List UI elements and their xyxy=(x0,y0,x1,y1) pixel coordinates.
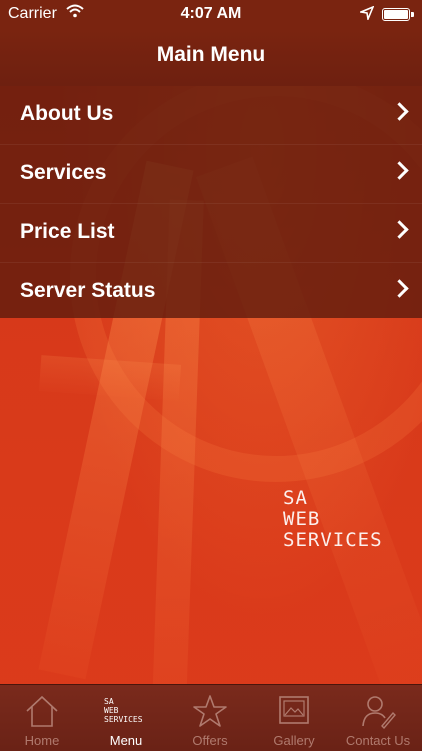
star-icon xyxy=(193,695,227,727)
navigation-bar: Main Menu xyxy=(0,30,422,86)
logo-line: SA xyxy=(283,487,308,509)
chevron-right-icon xyxy=(390,279,409,298)
tab-contact-us[interactable]: Contact Us xyxy=(336,685,420,751)
menu-item-services[interactable]: Services xyxy=(0,144,422,203)
logo-line: SA xyxy=(104,697,114,706)
tab-label: Offers xyxy=(192,733,228,748)
battery-icon xyxy=(382,8,414,21)
sa-web-services-logo: SA WEB SERVICES xyxy=(283,488,383,551)
tab-menu[interactable]: SA WEB SERVICES Menu xyxy=(84,685,168,751)
menu-item-about-us[interactable]: About Us xyxy=(0,86,422,144)
clock: 4:07 AM xyxy=(180,5,242,22)
logo-line: WEB xyxy=(283,508,321,530)
tab-offers[interactable]: Offers xyxy=(168,685,252,751)
sa-web-services-logo-icon: SA WEB SERVICES xyxy=(104,697,143,724)
home-icon xyxy=(26,695,58,727)
menu-item-label: About Us xyxy=(20,102,114,125)
menu-item-server-status[interactable]: Server Status xyxy=(0,262,422,321)
menu-item-label: Services xyxy=(20,161,107,184)
tab-gallery[interactable]: Gallery xyxy=(252,685,336,751)
chevron-right-icon xyxy=(390,161,409,180)
logo-line: SERVICES xyxy=(104,715,143,724)
menu-item-price-list[interactable]: Price List xyxy=(0,203,422,262)
logo-line: WEB xyxy=(104,706,119,715)
main-menu-list: About Us Services Price List Server Stat… xyxy=(0,86,422,318)
tab-label: Menu xyxy=(109,733,143,748)
status-bar: Carrier 4:07 AM xyxy=(0,0,422,30)
tab-label: Gallery xyxy=(273,733,315,748)
tab-label: Home xyxy=(24,733,60,748)
menu-item-label: Server Status xyxy=(20,279,156,302)
logo-line: SERVICES xyxy=(283,529,383,551)
chevron-right-icon xyxy=(390,220,409,239)
page-title: Main Menu xyxy=(156,43,266,66)
tab-home[interactable]: Home xyxy=(0,685,84,751)
gallery-icon xyxy=(279,696,309,724)
tab-bar: Home SA WEB SERVICES Menu Offers Gallery… xyxy=(0,684,422,751)
menu-item-label: Price List xyxy=(20,220,115,243)
location-arrow-icon xyxy=(358,5,375,25)
tab-label: Contact Us xyxy=(345,733,411,748)
contact-icon xyxy=(362,696,396,729)
chevron-right-icon xyxy=(390,102,409,121)
